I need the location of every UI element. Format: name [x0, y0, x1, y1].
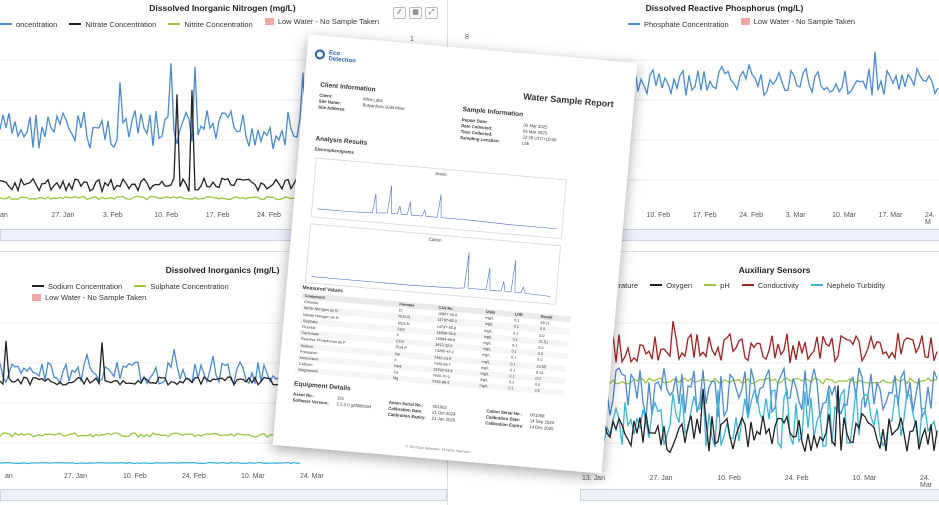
x-tick-label: an: [5, 473, 13, 480]
range-navigator[interactable]: [0, 489, 447, 501]
x-tick-label: 13. Jan: [582, 475, 605, 482]
x-tick-label: 3. Feb: [102, 212, 123, 219]
client-info: Client:MSA Labs Site Name:Bulyanhulu Gol…: [318, 92, 405, 112]
x-tick-label: 24. Feb: [182, 473, 206, 480]
report-title: Water Sample Report: [522, 91, 615, 110]
nitrate-series: [0, 90, 310, 194]
analysis-heading: Analysis Results: [315, 135, 368, 147]
x-tick-label: 27. Jan: [64, 473, 87, 480]
phosphate-like-series: [0, 63, 310, 150]
nitrite-series: [0, 195, 310, 201]
x-tick-label: 24. Mar: [920, 475, 933, 489]
x-tick-label: 24. Feb: [739, 212, 764, 219]
table-cell: mg/L: [476, 382, 506, 392]
table-cell: 0.1: [505, 385, 532, 394]
equip-heading: Equipment Details: [293, 380, 351, 393]
x-tick-label: 27. Jan: [51, 212, 75, 219]
anion-serial-info: Anion Serial No.: 001062 Calibration Date…: [387, 399, 456, 423]
x-tick-label: 10. Feb: [123, 473, 147, 480]
x-tick-label: 10. Feb: [717, 475, 741, 482]
equipment-info: Asset No.: 191 Software Version: 2.3.2.0 g…: [292, 391, 371, 410]
phosphate-series: [589, 51, 939, 97]
x-tick-label: 24. Feb: [257, 212, 281, 219]
x-tick-label: 24. Mar: [300, 473, 324, 480]
x-tick-label: 27. Jan: [649, 475, 673, 482]
x-tick-label: 17. Mar: [878, 212, 903, 219]
sample-info: Report Date:05 Mar 2025 Date Collected:0…: [459, 117, 557, 147]
measured-values-table: Compound Formula CAS No. Units LOR Result Ch…: [295, 292, 572, 397]
x-tick-label: 17. Feb: [205, 212, 230, 219]
eco-detection-logo-icon: [314, 49, 326, 60]
x-tick-label: 17. Feb: [692, 212, 717, 219]
temperature-series: [579, 365, 938, 420]
conductivity-series: [579, 319, 938, 364]
x-tick-label: 3. Mar: [785, 212, 806, 219]
sulphate-series: [0, 432, 301, 438]
x-tick-label: an: [0, 212, 8, 219]
series-cyan: [0, 461, 301, 465]
x-tick-label: 24. Feb: [784, 475, 809, 482]
range-navigator[interactable]: [580, 489, 939, 501]
water-sample-report: Eco Detection Water Sample Report Client…: [272, 34, 638, 474]
range-navigator[interactable]: [620, 229, 939, 241]
electro-heading: Electropherograms: [314, 146, 355, 155]
x-tick-label: 10. Mar: [241, 473, 265, 480]
sample-heading: Sample Information: [462, 106, 524, 119]
client-heading: Client Information: [319, 81, 376, 94]
oxygen-series: [579, 370, 938, 454]
x-tick-label: 10. Mar: [832, 212, 856, 219]
x-tick-label: 24. M: [925, 212, 935, 226]
x-tick-label: 10. Feb: [646, 212, 671, 219]
x-tick-label: 10. Mar: [852, 475, 877, 482]
cation-serial-info: Cation Serial No.: 001058 Calibration Dat…: [485, 408, 555, 432]
report-logo-text: Eco Detection: [328, 50, 356, 65]
x-tick-label: 10. Feb: [154, 212, 179, 219]
